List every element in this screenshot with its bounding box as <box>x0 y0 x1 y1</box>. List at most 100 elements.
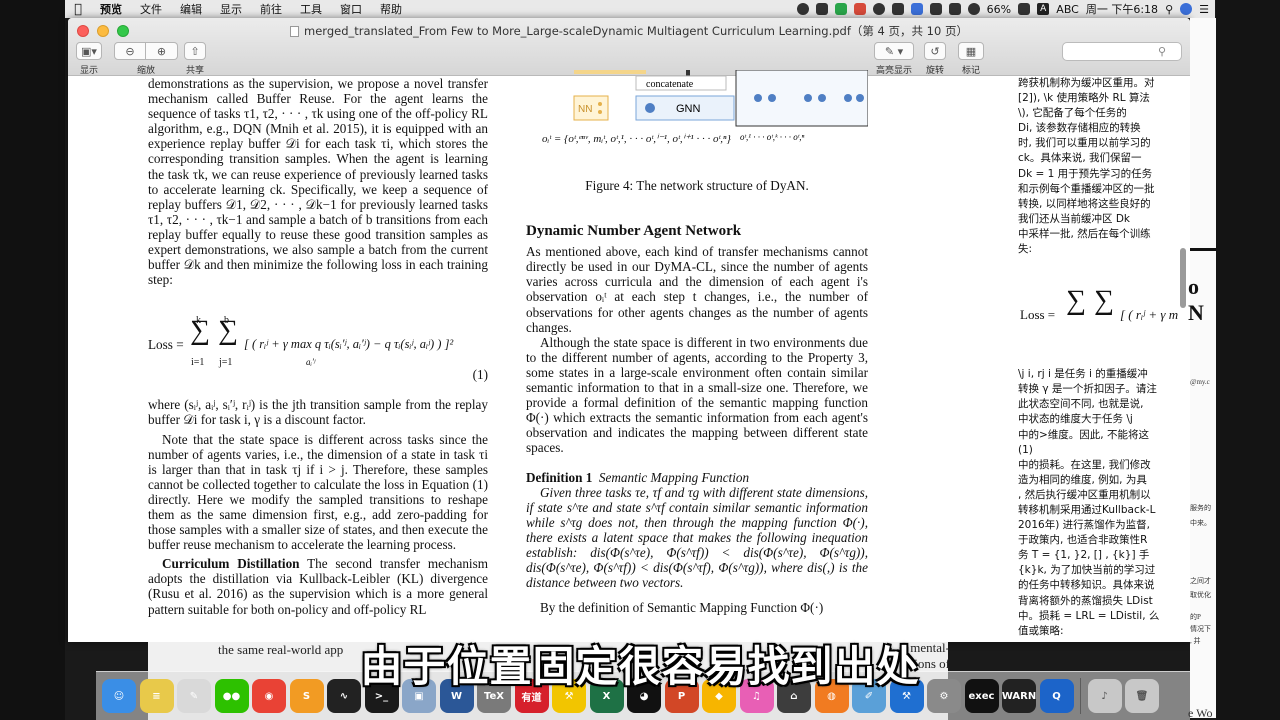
zh-line: 此状态空间不同, 也就是说, <box>1018 398 1144 411</box>
background-window-right: o N @my.c 服务的 中来。 之间才 取优化 的P 情况下 , 并 <box>1188 18 1216 718</box>
record-status-icon[interactable] <box>796 3 809 15</box>
share-label: 共享 <box>185 66 204 76</box>
zh-line: Di, 该参数存储相应的转换 <box>1018 122 1141 135</box>
clock-status-icon[interactable] <box>929 3 942 15</box>
tool-status-icon[interactable] <box>891 3 904 15</box>
shield-status-icon[interactable] <box>872 3 885 15</box>
zh-line: 转换, 以同样地将这些良好的 <box>1018 197 1151 210</box>
sum1-bottom: i=1 <box>191 357 205 369</box>
input-source-icon[interactable]: A <box>1037 3 1050 15</box>
figure-4-caption: Figure 4: The network structure of DyAN. <box>585 178 809 193</box>
definition-1-label: Definition 1 <box>526 469 593 485</box>
zh-line: \j i, rj i 是任务 i 的重播缓冲 <box>1018 368 1148 381</box>
notification-center-icon[interactable]: ☰ <box>1199 3 1209 16</box>
search-input[interactable]: ⚲ <box>1062 42 1182 61</box>
battery-percent[interactable]: 66% <box>987 3 1011 16</box>
mid-paragraph-2: Although the state space is different in… <box>526 334 868 456</box>
menu-bar:  预览 文件 编辑 显示 前往 工具 窗口 帮助 66% A ABC 周一 下… <box>65 0 1215 18</box>
fig-right-labels: oᵗ,¹ · · · oᵗ,ᵏ · · · oᵗ,ⁿ <box>740 132 805 142</box>
wechat-status-icon[interactable] <box>834 3 847 15</box>
apple-menu-icon[interactable]:  <box>65 2 91 17</box>
zh-line: 于政策内, 也适合非政策性R <box>1018 534 1148 547</box>
fig-right-node-5 <box>844 94 852 102</box>
zh-line: Dk = 1 用于预先学习的任务 <box>1018 167 1153 180</box>
battery-icon[interactable] <box>1018 3 1031 15</box>
bg-tiny-text-5: 取优化 <box>1190 591 1211 599</box>
zh-line: 中。损耗 = LRL = LDistil, 么 <box>1018 609 1160 622</box>
pdf-document-area[interactable]: demonstrations as the supervision, we pr… <box>68 68 1190 642</box>
translated-text-column: 跨获机制称为缓冲区重用。对 [2]), \k 使用策略外 RL 算法 \), 它… <box>1018 76 1183 639</box>
zoom-label: 缩放 <box>136 66 155 76</box>
fig-right-node-3 <box>804 94 812 102</box>
menu-help[interactable]: 帮助 <box>371 1 411 17</box>
curriculum-distillation-heading: Curriculum Distillation <box>162 556 300 572</box>
input-method-label[interactable]: ABC <box>1056 3 1079 16</box>
zh-loss-equation: Loss = ∑ ∑ [ ( rᵢʲ + γ m <box>1018 287 1183 353</box>
left-text-column: demonstrations as the supervision, we pr… <box>148 76 488 617</box>
dyan-figure: concatenate NN GNN oᵗ,¹ · · · oᵗ,ᵏ · · ·… <box>526 68 869 156</box>
app-status-icon[interactable] <box>853 3 866 15</box>
left-paragraph-3: Curriculum Distillation The second trans… <box>148 556 488 616</box>
bg-rule <box>1190 248 1216 251</box>
status-area: 66% A ABC 周一 下午6:18 ⚲ ☰ <box>796 1 1215 17</box>
menu-go[interactable]: 前往 <box>251 1 291 17</box>
sidebar-view-button[interactable]: ▣▾ <box>76 42 102 60</box>
zh-line: 转移机制采用通过Kullback-L <box>1018 503 1156 516</box>
menu-edit[interactable]: 编辑 <box>171 1 211 17</box>
left-paragraph-1: demonstrations as the supervision, we pr… <box>148 76 488 288</box>
share-button[interactable]: ⇧ <box>184 42 206 60</box>
loss-max-subscript: aᵢ′ʲ <box>306 357 316 368</box>
definition-1-title: Semantic Mapping Function <box>598 469 750 485</box>
highlight-button[interactable]: ✎ ▾ <box>874 42 914 60</box>
mid-paragraph-1: As mentioned above, each kind of transfe… <box>526 244 868 335</box>
zh-line: (1) <box>1018 443 1033 456</box>
definition-1-body: Given three tasks τe, τf and τg with dif… <box>526 484 868 591</box>
bluetooth-icon[interactable] <box>948 3 961 15</box>
zh-line: 失: <box>1018 243 1033 256</box>
zh-line: 时, 我们可以重用以前学习的 <box>1018 137 1151 150</box>
dyan-section-heading: Dynamic Number Agent Network <box>526 223 742 240</box>
zh-line: 中采样一批, 然后在每个训练 <box>1018 227 1151 240</box>
zh-line: \), 它配备了每个任务的 <box>1018 107 1127 120</box>
where-text: where (sᵢʲ, aᵢʲ, sᵢ′ʲ, rᵢʲ) is the jth t… <box>148 397 488 428</box>
notification-status-icon[interactable] <box>815 3 828 15</box>
menu-window[interactable]: 窗口 <box>331 1 371 17</box>
zh-line: 跨获机制称为缓冲区重用。对 <box>1018 77 1155 89</box>
fig-top-line <box>686 68 690 76</box>
fig-top-bar <box>574 70 646 74</box>
markup-toolbox-button[interactable]: ▦ <box>958 42 984 60</box>
menu-app-name[interactable]: 预览 <box>91 1 131 17</box>
video-subtitle: 由于位置固定很容易找到出处 <box>360 642 920 691</box>
cloud-status-icon[interactable] <box>910 3 923 15</box>
zh-line: 我们还从当前缓冲区 Dk <box>1018 212 1131 225</box>
zoom-in-button[interactable]: ⊕ <box>146 42 178 60</box>
loss-lhs: Loss = <box>148 337 184 353</box>
zh-line: 造为相同的维度, 例如, 为具 <box>1018 473 1147 486</box>
rotate-button[interactable]: ↺ <box>924 42 946 60</box>
menu-tools[interactable]: 工具 <box>291 1 331 17</box>
fig-observation-formula: oᵢᵗ = {oᵗ,ᵉⁿᵛ, mᵢᵗ, oᵗ,¹, · · · oᵗ,ⁱ⁻¹, … <box>542 133 731 145</box>
menu-file[interactable]: 文件 <box>131 1 171 17</box>
spotlight-icon[interactable]: ⚲ <box>1165 3 1173 16</box>
right-dark-margin <box>1216 0 1280 720</box>
zh-line: 的任务中转移知识。具体来说 <box>1018 579 1155 592</box>
fig-concat-label: concatenate <box>646 79 694 90</box>
search-icon: ⚲ <box>1158 45 1167 58</box>
zh-line: 中状态的维度大于任务 \j <box>1018 413 1133 426</box>
zh-line: {k}k, 为了加快当前的学习过 <box>1018 564 1156 577</box>
share-group: ⇧ 共享 <box>184 42 206 76</box>
wifi-icon[interactable] <box>967 3 980 15</box>
siri-icon[interactable] <box>1180 3 1193 15</box>
zh-line: 中的>维度。因此, 不能将这 <box>1018 428 1149 441</box>
zoom-out-button[interactable]: ⊖ <box>114 42 146 60</box>
rotate-label: 旋转 <box>925 66 944 76</box>
zh-loss-lhs: Loss = <box>1020 307 1056 323</box>
menu-view[interactable]: 显示 <box>211 1 251 17</box>
vertical-scrollbar[interactable] <box>1180 248 1186 308</box>
menubar-clock[interactable]: 周一 下午6:18 <box>1086 1 1158 17</box>
window-title: merged_translated_From Few to More_Large… <box>68 23 1190 39</box>
fig-right-node-1 <box>754 94 762 102</box>
markup-group: ▦ 标记 <box>958 42 984 76</box>
sum2-sigma: ∑ <box>218 315 238 347</box>
zh-loss-body: [ ( rᵢʲ + γ m <box>1120 307 1179 323</box>
